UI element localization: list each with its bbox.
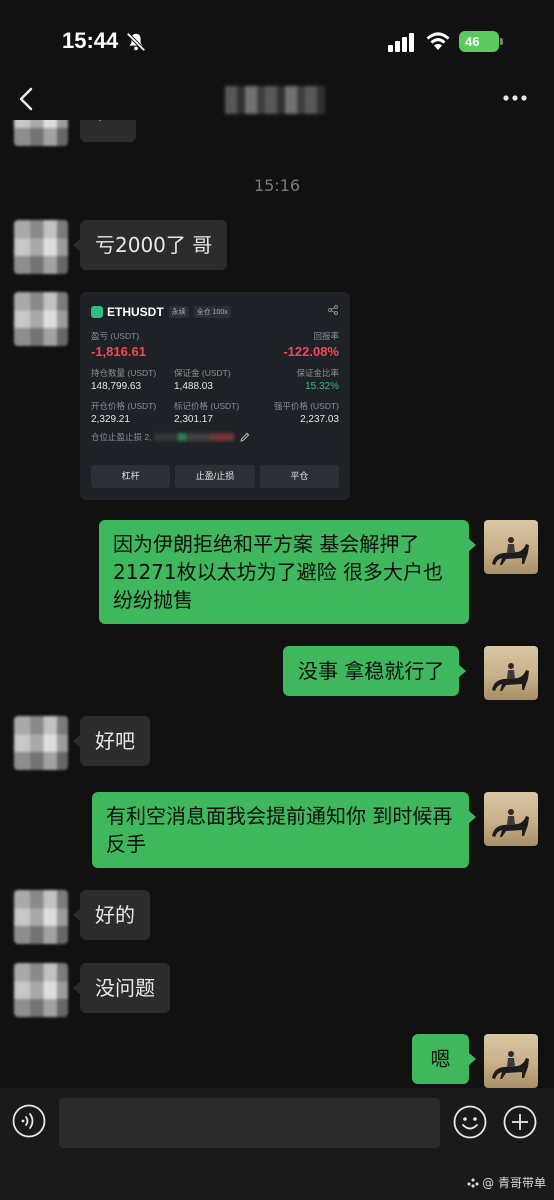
- wifi-icon: [426, 32, 450, 50]
- message-text: 没事 拿稳就行了: [298, 659, 445, 683]
- entry-price-value: 2,329.21: [91, 414, 130, 425]
- message-text: 有利空消息面我会提前通知你 到时候再反手: [106, 804, 453, 856]
- binance-logo-icon: [467, 1177, 480, 1188]
- message-bubble-sent[interactable]: 有利空消息面我会提前通知你 到时候再反手: [92, 792, 476, 868]
- horse-rider-icon: [492, 537, 529, 565]
- roe-value: -122.08%: [283, 344, 339, 359]
- message-bubble-received[interactable]: 好的: [73, 890, 150, 940]
- entry-price-label: 开仓价格 (USDT): [91, 401, 157, 411]
- chat-timestamp: 15:16: [253, 176, 301, 195]
- margin-ratio-value: 15.32%: [305, 381, 339, 392]
- share-icon: [328, 305, 338, 315]
- margin-ratio-label: 保证金比率: [296, 368, 339, 378]
- close-position-button: 平仓: [259, 465, 339, 488]
- user-avatar[interactable]: [484, 1034, 538, 1088]
- user-avatar[interactable]: [484, 520, 538, 574]
- chat-header: [0, 80, 554, 120]
- position-screenshot-card[interactable]: ETHUSDT 永续 全仓 100x 盈亏 (USDT) 回报率 -1,816.…: [80, 292, 350, 500]
- horse-rider-icon: [492, 663, 529, 691]
- message-text-input[interactable]: [59, 1098, 440, 1148]
- contact-avatar[interactable]: [14, 716, 68, 770]
- message-bubble-received[interactable]: 亏2000了 哥: [72, 220, 228, 270]
- message-bubble-received[interactable]: 没问题: [73, 963, 170, 1013]
- user-avatar[interactable]: [484, 792, 538, 846]
- watermark-text: @ 青哥带单: [482, 1176, 546, 1190]
- horse-rider-icon: [492, 809, 529, 837]
- margin-value: 1,488.03: [174, 381, 213, 392]
- contact-avatar[interactable]: [14, 292, 68, 346]
- message-bubble-received[interactable]: 好吧: [73, 716, 150, 766]
- message-text: 没问题: [95, 976, 155, 1000]
- size-label: 持仓数量 (USDT): [91, 368, 157, 378]
- contact-avatar[interactable]: [14, 963, 68, 1017]
- message-text: 好的: [95, 903, 135, 927]
- tpsl-button: 止盈/止损: [175, 465, 255, 488]
- user-avatar[interactable]: [484, 646, 538, 700]
- leverage-button: 杠杆: [91, 465, 171, 488]
- message-text: 因为伊朗拒绝和平方案 基会解押了21271枚以太坊为了避险 很多大户也纷纷抛售: [113, 532, 443, 612]
- roe-label: 回报率: [313, 331, 339, 341]
- message-bubble-sent[interactable]: 因为伊朗拒绝和平方案 基会解押了21271枚以太坊为了避险 很多大户也纷纷抛售: [99, 520, 476, 624]
- pnl-label: 盈亏 (USDT): [91, 331, 140, 341]
- contract-type-tag: 永续: [168, 306, 189, 318]
- size-value: 148,799.63: [91, 381, 142, 392]
- message-text: 嗯: [430, 1047, 451, 1071]
- message-bubble-sent[interactable]: 嗯: [412, 1034, 476, 1084]
- ellipsis-icon[interactable]: [502, 94, 528, 102]
- liq-price-label: 强平价格 (USDT): [273, 401, 339, 411]
- trading-pair: ETHUSDT: [107, 305, 164, 319]
- cellular-signal-icon: [388, 33, 414, 52]
- message-input-bar: @ 青哥带单: [0, 1088, 554, 1200]
- pnl-value: -1,816.61: [91, 344, 146, 359]
- chevron-left-icon[interactable]: [16, 86, 38, 112]
- message-text: ？: [95, 120, 115, 125]
- watermark: @ 青哥带单: [467, 1174, 546, 1191]
- pencil-icon: [240, 432, 250, 442]
- plus-icon[interactable]: [503, 1105, 537, 1139]
- margin-mode-tag: 全仓 100x: [193, 306, 231, 318]
- mark-price-label: 标记价格 (USDT): [174, 401, 240, 411]
- bell-muted-icon: [126, 32, 146, 52]
- mark-price-value: 2,301.17: [174, 414, 213, 425]
- liq-price-value: 2,237.03: [300, 414, 339, 425]
- contact-avatar[interactable]: [14, 890, 68, 944]
- contact-avatar[interactable]: [14, 120, 68, 146]
- contact-name-blurred: [225, 86, 325, 114]
- tpsl-value-blurred: [154, 433, 235, 441]
- contact-avatar[interactable]: [14, 220, 68, 274]
- status-bar: 15:44 46: [0, 0, 554, 80]
- tpsl-label: 仓位止盈止损 2,: [91, 432, 152, 442]
- message-bubble-sent[interactable]: 没事 拿稳就行了: [283, 646, 467, 696]
- status-time: 15:44: [62, 28, 119, 53]
- voice-input-icon[interactable]: [12, 1104, 46, 1138]
- horse-rider-icon: [492, 1051, 529, 1079]
- message-text: 亏2000了 哥: [95, 233, 213, 257]
- message-list[interactable]: ？ 15:16 亏2000了 哥 ETHUSDT 永续 全仓 100x 盈亏 (…: [0, 120, 554, 1088]
- message-bubble-received[interactable]: ？: [80, 120, 136, 142]
- usdt-coin-icon: [91, 306, 103, 318]
- margin-label: 保证金 (USDT): [174, 368, 231, 378]
- emoji-icon[interactable]: [453, 1105, 487, 1139]
- battery-indicator: 46: [459, 31, 503, 52]
- message-text: 好吧: [95, 729, 135, 753]
